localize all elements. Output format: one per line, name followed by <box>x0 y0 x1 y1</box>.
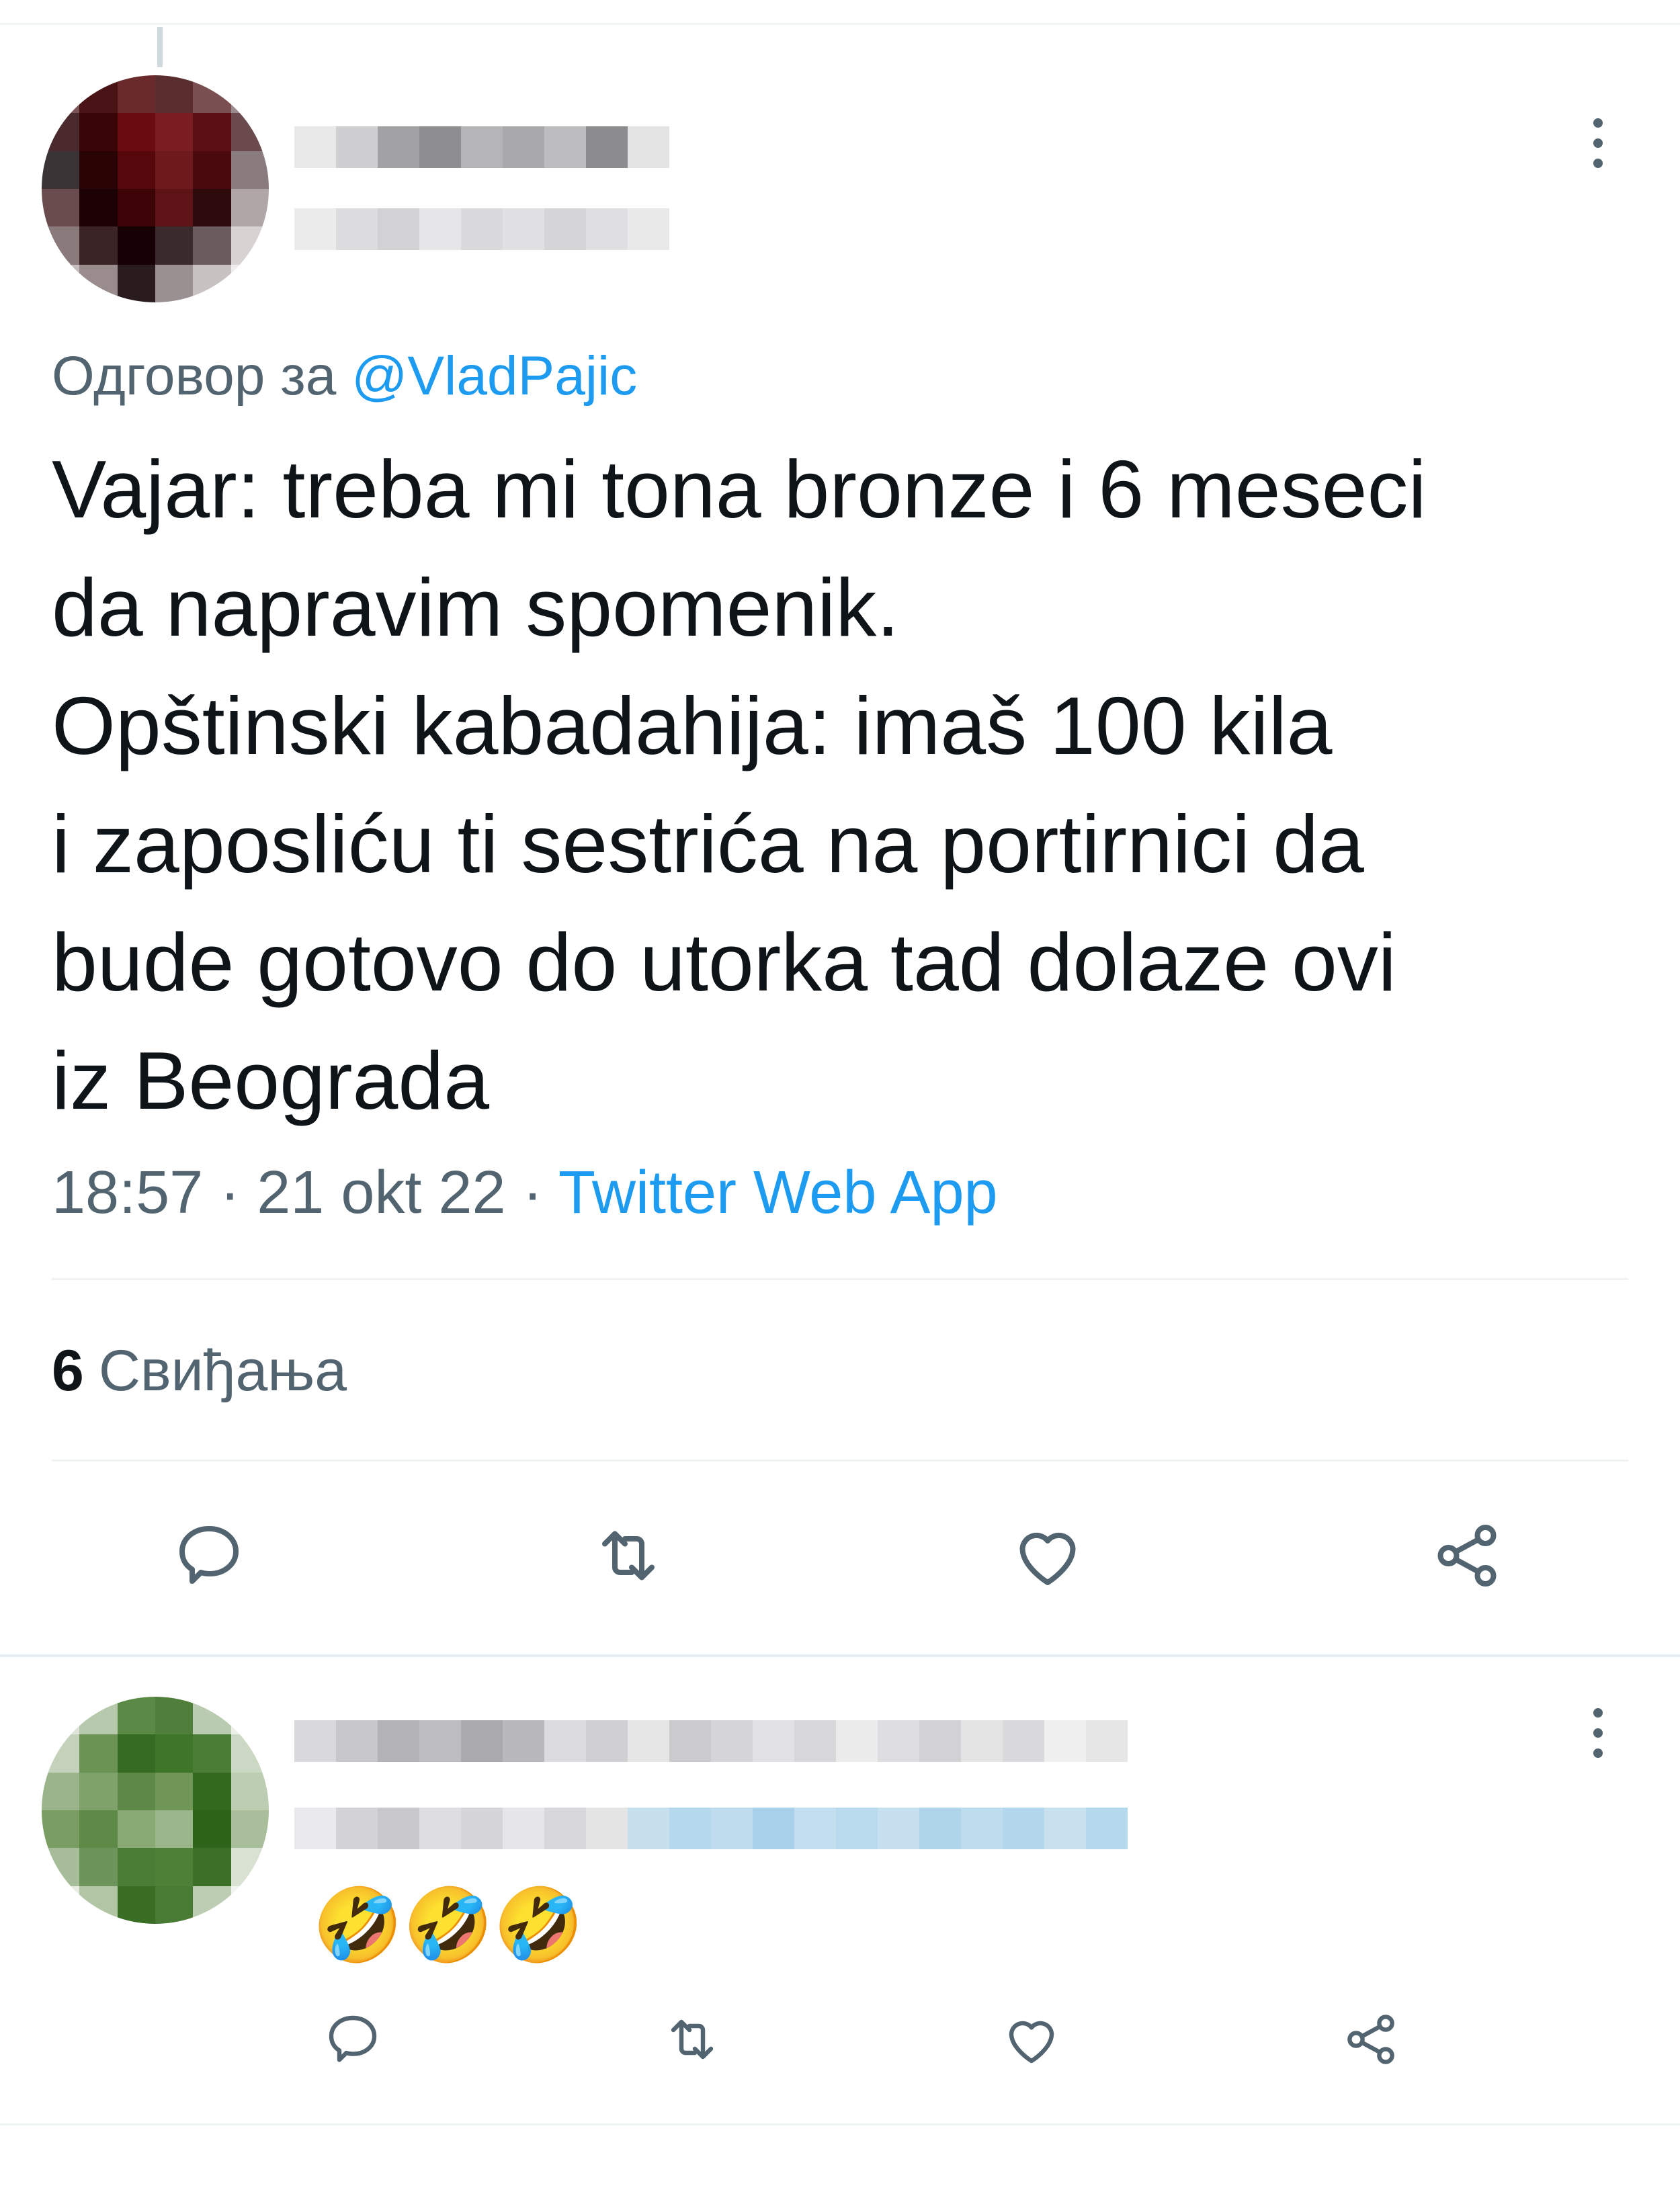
share-button[interactable] <box>1423 1512 1511 1599</box>
share-button[interactable] <box>1334 2002 1408 2076</box>
tweet-text-line: da napravim spomenik. <box>52 562 900 653</box>
reply-more-options-icon[interactable] <box>1591 1708 1605 1758</box>
thread-connector-line <box>157 27 163 67</box>
meta-separator: · <box>220 1159 241 1226</box>
likes-count-link[interactable]: 6 Свиђања <box>52 1334 347 1408</box>
reply-icon <box>179 1526 239 1584</box>
like-button[interactable] <box>1004 1512 1091 1599</box>
divider <box>52 1460 1628 1462</box>
reply-context: Одговор за @VladPajic <box>52 343 637 410</box>
share-icon <box>1347 2015 1394 2064</box>
reply-icon <box>329 2015 377 2062</box>
reply-tweet-text: 🤣🤣🤣 <box>312 1884 584 1965</box>
reply-prefix: Одговор за <box>52 345 337 407</box>
reply-button[interactable] <box>316 2002 390 2076</box>
divider <box>52 1278 1628 1280</box>
tweet-text-line: bude gotovo do utorka tad dolaze ovi <box>52 917 1396 1008</box>
source-app-link[interactable]: Twitter Web App <box>558 1159 998 1226</box>
tweet-date-link[interactable]: 21 okt 22 <box>257 1159 505 1226</box>
meta-separator: · <box>522 1159 543 1226</box>
author-avatar-blurred[interactable] <box>42 75 269 302</box>
reply-context-blurred[interactable] <box>294 1808 1128 1849</box>
tweet-time-link[interactable]: 18:57 <box>52 1159 203 1226</box>
tweet-text: Vajar: treba mi tona bronze i 6 meseci d… <box>52 430 1651 1140</box>
reply-author-name-blurred[interactable] <box>294 1720 1128 1762</box>
author-handle-blurred[interactable] <box>294 208 669 250</box>
like-icon <box>1009 2021 1054 2064</box>
reply-button[interactable] <box>165 1512 253 1599</box>
bottom-divider <box>0 2123 1680 2125</box>
share-icon <box>1437 1524 1497 1587</box>
top-divider <box>0 23 1680 25</box>
retweet-button[interactable] <box>655 2002 729 2076</box>
like-button[interactable] <box>995 2002 1068 2076</box>
tweet-text-line: i zaposliću ti sestrića na portirnici da <box>52 798 1364 890</box>
tweet-text-line: iz Beograda <box>52 1035 490 1126</box>
tweet-meta: 18:57 · 21 okt 22 · Twitter Web App <box>52 1156 998 1230</box>
retweet-button[interactable] <box>585 1512 672 1599</box>
author-name-blurred[interactable] <box>294 126 669 168</box>
retweet-icon <box>671 2019 714 2060</box>
tweet-text-line: Opštinski kabadahija: imaš 100 kila <box>52 680 1333 771</box>
likes-count: 6 <box>52 1339 84 1403</box>
retweet-icon <box>602 1531 655 1580</box>
tweet-separator <box>0 1654 1680 1657</box>
tweet-text-line: Vajar: treba mi tona bronze i 6 meseci <box>52 443 1427 535</box>
reply-to-handle-link[interactable]: @VladPajic <box>351 345 637 407</box>
like-icon <box>1019 1532 1076 1585</box>
reply-author-avatar-blurred[interactable] <box>42 1697 269 1924</box>
likes-label: Свиђања <box>98 1339 347 1403</box>
more-options-icon[interactable] <box>1591 118 1605 168</box>
